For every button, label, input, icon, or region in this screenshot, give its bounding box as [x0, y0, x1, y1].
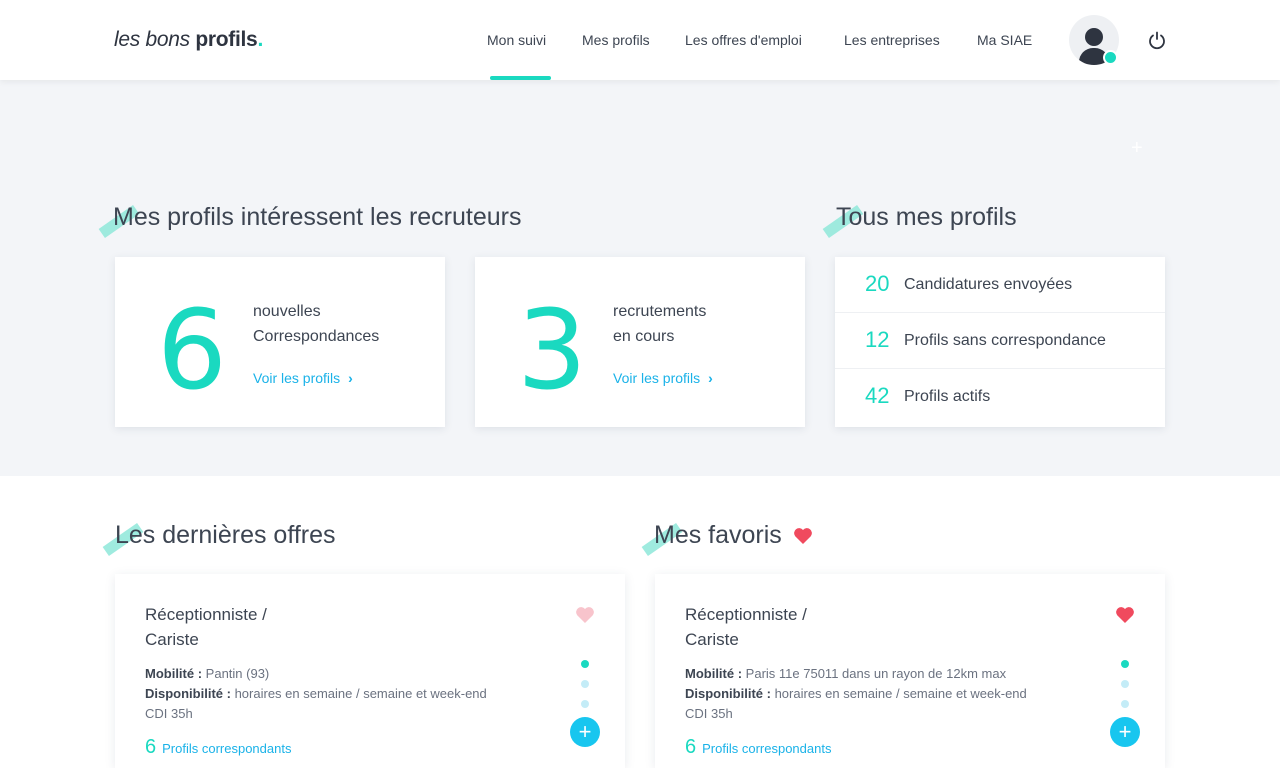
offer-title: Réceptionniste / Cariste: [685, 602, 807, 652]
new-matches-count: 6: [157, 286, 227, 414]
nav-item-mon-suivi[interactable]: Mon suivi: [487, 32, 546, 48]
recruitments-card: 3 recrutements en cours Voir les profils…: [475, 257, 805, 427]
offer-availability: Disponibilité : horaires en semaine / se…: [145, 684, 487, 704]
power-icon[interactable]: [1147, 30, 1167, 50]
heart-icon[interactable]: [1115, 606, 1135, 624]
nav-item-offres-emploi[interactable]: Les offres d'emploi: [685, 32, 802, 48]
offer-mobility: Mobilité : Pantin (93): [145, 664, 487, 684]
pagination-dots: [581, 660, 589, 720]
stat-row-no-match[interactable]: 12 Profils sans correspondance: [835, 313, 1165, 369]
match-label: Profils correspondants: [702, 741, 832, 756]
plus-icon: +: [1131, 137, 1143, 159]
offer-title-line2: Cariste: [685, 630, 739, 649]
mobility-label: Mobilité :: [145, 666, 203, 681]
brand-logo-light: les bons: [114, 28, 196, 51]
stat-value: 42: [865, 383, 890, 408]
favorite-offer-card[interactable]: Réceptionniste / Cariste Mobilité : Pari…: [655, 574, 1165, 768]
recruitments-line2: en cours: [613, 328, 675, 345]
offer-title-line2: Cariste: [145, 630, 199, 649]
stat-value: 20: [865, 271, 890, 296]
offer-details: Mobilité : Paris 11e 75011 dans un rayon…: [685, 664, 1027, 724]
pagination-dots: [1121, 660, 1129, 720]
mobility-value: Pantin (93): [205, 666, 270, 681]
brand-logo-bold: profils: [195, 28, 258, 51]
stat-label: Profils actifs: [904, 388, 991, 405]
plus-icon[interactable]: +: [1110, 717, 1140, 747]
offer-matches-link[interactable]: 6 Profils correspondants: [685, 736, 831, 759]
favorites-title-text: Mes favoris: [654, 521, 782, 549]
brand-logo[interactable]: les bons profils.: [114, 28, 263, 52]
offer-title-line1: Réceptionniste /: [145, 605, 267, 624]
offer-details: Mobilité : Pantin (93) Disponibilité : h…: [145, 664, 487, 724]
availability-label: Disponibilité :: [685, 686, 771, 701]
match-count: 6: [145, 736, 157, 758]
recruitments-line1: recrutements: [613, 303, 707, 320]
offer-mobility: Mobilité : Paris 11e 75011 dans un rayon…: [685, 664, 1027, 684]
availability-label: Disponibilité :: [145, 686, 231, 701]
chevron-right-icon: ›: [348, 370, 353, 386]
offer-title-line1: Réceptionniste /: [685, 605, 807, 624]
favorites-title: Mes favoris: [654, 521, 813, 550]
new-matches-line1: nouvelles: [253, 303, 321, 320]
availability-value: horaires en semaine / semaine et week-en…: [234, 686, 487, 701]
nav-item-entreprises[interactable]: Les entreprises: [844, 32, 940, 48]
stat-row-active[interactable]: 42 Profils actifs: [835, 369, 1165, 425]
nav-item-mes-profils[interactable]: Mes profils: [582, 32, 650, 48]
new-matches-card: 6 nouvelles Correspondances Voir les pro…: [115, 257, 445, 427]
view-profiles-link[interactable]: Voir les profils ›: [613, 370, 713, 386]
all-profiles-title: Tous mes profils: [836, 203, 1017, 231]
offer-contract: CDI 35h: [145, 706, 193, 721]
nav-active-indicator: [490, 76, 551, 80]
stat-row-applications[interactable]: 20 Candidatures envoyées: [835, 257, 1165, 313]
profiles-stats-card: 20 Candidatures envoyées 12 Profils sans…: [835, 257, 1165, 427]
top-header: les bons profils. Mon suivi Mes profils …: [0, 0, 1280, 80]
offer-matches-link[interactable]: 6 Profils correspondants: [145, 736, 291, 759]
heart-icon[interactable]: [575, 606, 595, 624]
match-label: Profils correspondants: [162, 741, 292, 756]
heart-icon: [793, 528, 812, 545]
view-profiles-link-label: Voir les profils: [613, 370, 701, 386]
mobility-value: Paris 11e 75011 dans un rayon de 12km ma…: [745, 666, 1007, 681]
match-count: 6: [685, 736, 697, 758]
stat-label: Candidatures envoyées: [904, 276, 1073, 293]
offer-availability: Disponibilité : horaires en semaine / se…: [685, 684, 1027, 704]
brand-logo-dot: .: [257, 28, 263, 51]
offer-card[interactable]: Réceptionniste / Cariste Mobilité : Pant…: [115, 574, 625, 768]
chevron-right-icon: ›: [708, 370, 713, 386]
offer-contract: CDI 35h: [685, 706, 733, 721]
recruitments-count: 3: [517, 286, 587, 414]
mobility-label: Mobilité :: [685, 666, 743, 681]
interest-section-title: Mes profils intéressent les recruteurs: [113, 203, 522, 231]
latest-offers-title: Les dernières offres: [115, 521, 336, 549]
view-profiles-link[interactable]: Voir les profils ›: [253, 370, 353, 386]
online-status-dot: [1103, 50, 1118, 65]
stat-value: 12: [865, 327, 890, 352]
new-matches-line2: Correspondances: [253, 328, 380, 345]
stat-label: Profils sans correspondance: [904, 332, 1106, 349]
nav-item-ma-siae[interactable]: Ma SIAE: [977, 32, 1032, 48]
availability-value: horaires en semaine / semaine et week-en…: [774, 686, 1027, 701]
offer-title: Réceptionniste / Cariste: [145, 602, 267, 652]
plus-icon[interactable]: +: [570, 717, 600, 747]
view-profiles-link-label: Voir les profils: [253, 370, 341, 386]
